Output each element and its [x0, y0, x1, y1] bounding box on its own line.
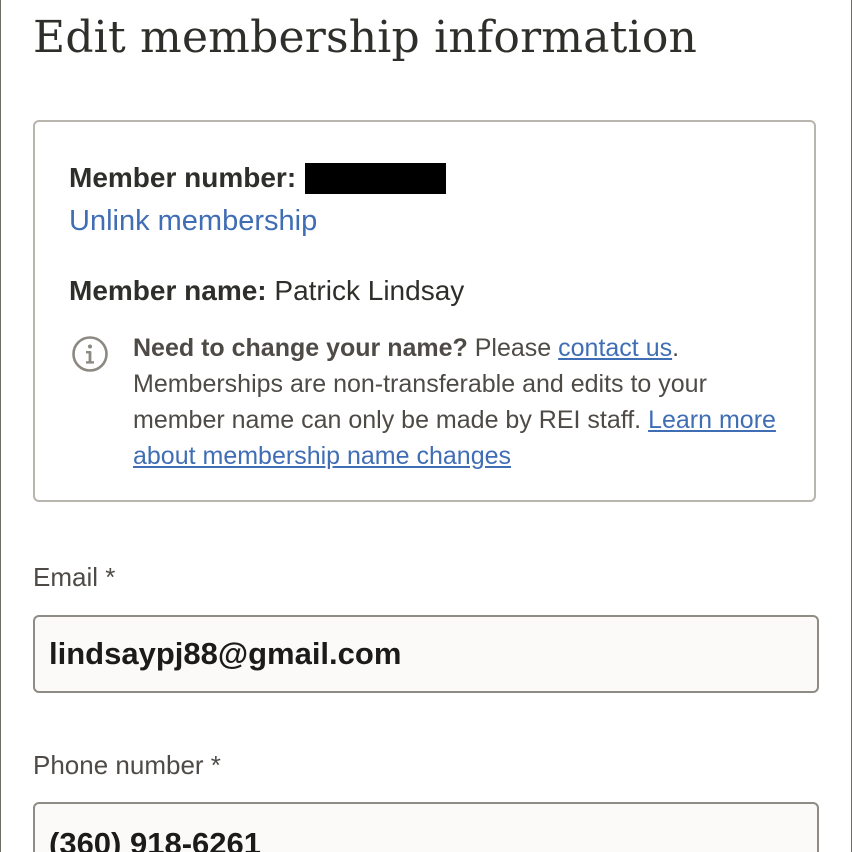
- membership-card: Member number: Unlink membership Member …: [33, 120, 816, 502]
- member-name-label: Member name:: [69, 275, 267, 306]
- phone-label: Phone number *: [33, 750, 221, 780]
- email-field-box[interactable]: [33, 615, 819, 693]
- unlink-membership-link[interactable]: Unlink membership: [69, 205, 317, 238]
- name-change-notice: Need to change your name? Please contact…: [133, 330, 803, 474]
- contact-us-link[interactable]: contact us: [558, 334, 672, 362]
- email-label: Email *: [33, 562, 116, 592]
- member-number-redacted: [305, 162, 447, 194]
- info-icon: [72, 336, 108, 372]
- member-name-row: Member name: Patrick Lindsay: [69, 275, 464, 307]
- member-number-label: Member number:: [69, 162, 297, 193]
- notice-question: Need to change your name?: [133, 334, 468, 362]
- phone-field-box[interactable]: [33, 802, 819, 852]
- email-input[interactable]: [35, 617, 817, 691]
- window-left-border: [0, 0, 1, 852]
- notice-please: Please: [467, 334, 559, 362]
- page-title: Edit membership information: [33, 12, 698, 63]
- member-name-value: Patrick Lindsay: [266, 275, 465, 306]
- member-number-row: Member number:: [69, 162, 447, 194]
- phone-input[interactable]: [35, 804, 817, 852]
